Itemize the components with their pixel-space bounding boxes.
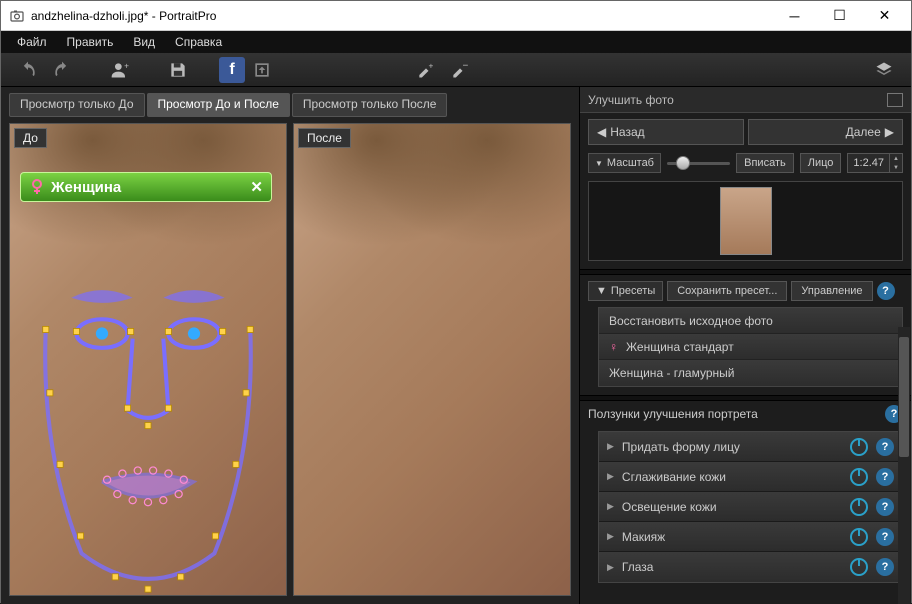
chevron-right-icon: ▶ xyxy=(885,125,894,139)
panel-title: Улучшить фото xyxy=(588,93,674,107)
tab-before-only[interactable]: Просмотр только До xyxy=(9,93,145,117)
svg-text:+: + xyxy=(429,60,434,70)
panel-header: Улучшить фото xyxy=(580,87,911,113)
svg-text:−: − xyxy=(463,60,469,71)
workspace: Просмотр только До Просмотр До и После П… xyxy=(1,87,579,604)
brush-plus-button[interactable]: + xyxy=(409,56,443,84)
menu-view[interactable]: Вид xyxy=(123,32,165,52)
power-icon[interactable] xyxy=(850,468,868,486)
power-icon[interactable] xyxy=(850,498,868,516)
menu-file[interactable]: Файл xyxy=(7,32,57,52)
face-thumbnail[interactable] xyxy=(720,187,772,255)
svg-text:+: + xyxy=(124,60,129,70)
menu-edit[interactable]: Править xyxy=(57,32,124,52)
preset-item-restore[interactable]: Восстановить исходное фото xyxy=(599,308,902,334)
chevron-right-icon: ▶ xyxy=(607,471,614,482)
manage-presets-button[interactable]: Управление xyxy=(791,281,872,301)
menu-help[interactable]: Справка xyxy=(165,32,232,52)
panel-scrollbar[interactable] xyxy=(898,327,910,604)
undo-button[interactable] xyxy=(11,56,45,84)
toolbar: + f + − xyxy=(1,53,911,87)
layers-button[interactable] xyxy=(867,56,901,84)
view-mode-tabs: Просмотр только До Просмотр До и После П… xyxy=(9,93,571,117)
zoom-readout[interactable]: 1:2.47 ▲▼ xyxy=(847,153,903,173)
help-icon[interactable]: ? xyxy=(876,468,894,486)
chevron-right-icon: ▶ xyxy=(607,531,614,542)
brush-minus-button[interactable]: − xyxy=(443,56,477,84)
add-person-button[interactable]: + xyxy=(103,56,137,84)
presets-help-icon[interactable]: ? xyxy=(877,282,895,300)
tab-before-after[interactable]: Просмотр До и После xyxy=(147,93,290,117)
controls-panel: Улучшить фото ◀Назад Далее▶ ▼Масштаб Впи… xyxy=(579,87,911,604)
titlebar: andzhelina-dzholi.jpg* - PortraitPro ─ ☐… xyxy=(1,1,911,31)
female-icon xyxy=(29,179,45,195)
after-label: После xyxy=(298,128,351,148)
menubar: Файл Править Вид Справка xyxy=(1,31,911,53)
panel-collapse-button[interactable] xyxy=(887,93,903,107)
zoom-face-button[interactable]: Лицо xyxy=(800,153,842,173)
nav-forward-button[interactable]: Далее▶ xyxy=(748,119,904,145)
slider-list: ▶Придать форму лицу? ▶Сглаживание кожи? … xyxy=(598,431,903,583)
gender-badge-close[interactable]: ✕ xyxy=(250,178,263,196)
female-icon: ♀ xyxy=(609,340,618,354)
window-title: andzhelina-dzholi.jpg* - PortraitPro xyxy=(31,9,772,23)
slider-skin-lighting[interactable]: ▶Освещение кожи? xyxy=(599,492,902,522)
chevron-right-icon: ▶ xyxy=(607,562,614,573)
app-icon xyxy=(9,8,25,24)
after-image xyxy=(294,124,570,595)
help-icon[interactable]: ? xyxy=(876,558,894,576)
after-pane[interactable]: После xyxy=(293,123,571,596)
facebook-button[interactable]: f xyxy=(219,57,245,83)
power-icon[interactable] xyxy=(850,558,868,576)
zoom-label[interactable]: ▼Масштаб xyxy=(588,153,661,173)
slider-skin-smoothing[interactable]: ▶Сглаживание кожи? xyxy=(599,462,902,492)
power-icon[interactable] xyxy=(850,528,868,546)
gender-label: Женщина xyxy=(51,179,121,196)
zoom-slider[interactable] xyxy=(667,154,730,172)
chevron-right-icon: ▶ xyxy=(607,501,614,512)
preset-item-female-standard[interactable]: ♀Женщина стандарт xyxy=(599,334,902,360)
triangle-down-icon: ▼ xyxy=(595,159,603,168)
slider-eyes[interactable]: ▶Глаза? xyxy=(599,552,902,582)
maximize-button[interactable]: ☐ xyxy=(817,2,862,30)
sliders-header: Ползунки улучшения портрета ? xyxy=(588,405,903,423)
slider-face-shape[interactable]: ▶Придать форму лицу? xyxy=(599,432,902,462)
face-navigator[interactable] xyxy=(588,181,903,261)
slider-makeup[interactable]: ▶Макияж? xyxy=(599,522,902,552)
triangle-down-icon: ▼ xyxy=(596,285,607,297)
chevron-right-icon: ▶ xyxy=(607,441,614,452)
zoom-value: 1:2.47 xyxy=(848,157,889,169)
chevron-left-icon: ◀ xyxy=(597,125,606,139)
presets-dropdown[interactable]: ▼Пресеты xyxy=(588,281,663,301)
preset-list: Восстановить исходное фото ♀Женщина стан… xyxy=(598,307,903,387)
save-preset-button[interactable]: Сохранить пресет... xyxy=(667,281,787,301)
before-pane[interactable]: До Женщина ✕ xyxy=(9,123,287,596)
help-icon[interactable]: ? xyxy=(876,438,894,456)
save-button[interactable] xyxy=(161,56,195,84)
zoom-fit-button[interactable]: Вписать xyxy=(736,153,794,173)
power-icon[interactable] xyxy=(850,438,868,456)
tab-after-only[interactable]: Просмотр только После xyxy=(292,93,448,117)
zoom-up-icon[interactable]: ▲ xyxy=(890,154,902,163)
zoom-down-icon[interactable]: ▼ xyxy=(890,163,902,172)
close-button[interactable]: ✕ xyxy=(862,2,907,30)
help-icon[interactable]: ? xyxy=(876,498,894,516)
redo-button[interactable] xyxy=(45,56,79,84)
nav-back-button[interactable]: ◀Назад xyxy=(588,119,744,145)
export-button[interactable] xyxy=(245,56,279,84)
help-icon[interactable]: ? xyxy=(876,528,894,546)
gender-badge[interactable]: Женщина ✕ xyxy=(20,172,272,202)
preset-item-female-glam[interactable]: Женщина - гламурный xyxy=(599,360,902,386)
minimize-button[interactable]: ─ xyxy=(772,2,817,30)
